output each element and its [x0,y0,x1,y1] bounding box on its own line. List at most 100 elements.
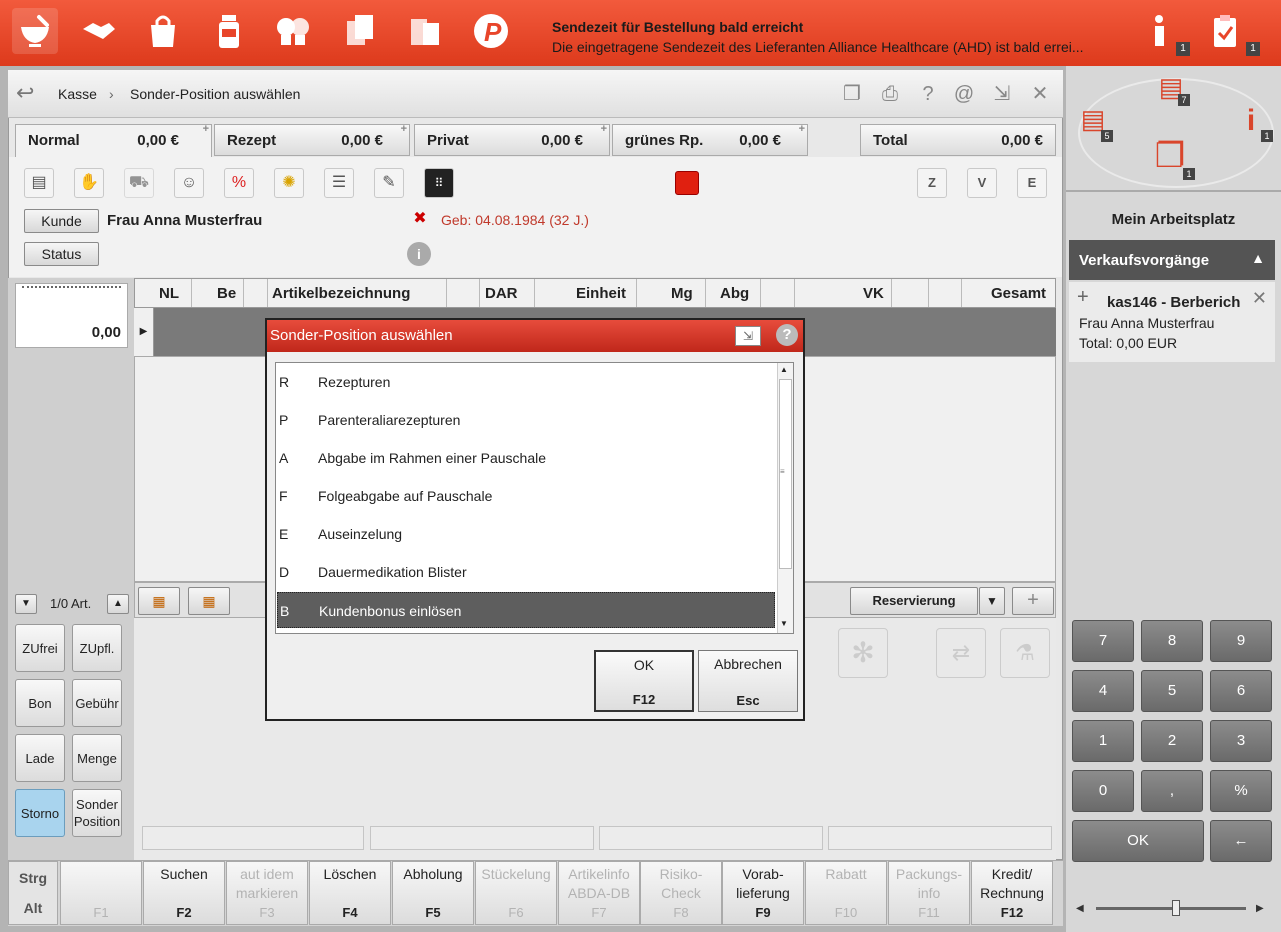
handshake-icon[interactable]: ✋ [74,168,104,198]
copy-icon[interactable]: ❐ [840,82,864,106]
export-icon[interactable]: ⇲ [735,326,761,346]
add-document-icon[interactable]: + [1012,587,1054,615]
add-icon[interactable]: + [203,123,209,135]
numpad-key[interactable]: 0 [1072,770,1134,812]
reservierung-button[interactable]: Reservierung [850,587,978,615]
mortar-icon[interactable] [12,8,58,54]
list-item[interactable]: R Rezepturen [277,364,775,400]
notification-text[interactable]: Die eingetragene Sendezeit des Lieferant… [552,39,1084,55]
fkey-f4[interactable]: Löschen F4 [309,861,391,925]
collapse-icon[interactable]: ▲ [1251,250,1265,266]
zoom-slider[interactable] [1096,907,1246,910]
scroll-up-icon[interactable]: ▲ [780,365,788,374]
list-item[interactable]: E Auseinzelung [277,516,775,552]
list-item[interactable]: A Abgabe im Rahmen einer Pauschale [277,440,775,476]
id-card-icon[interactable]: ▤ [24,168,54,198]
col-abg[interactable]: Abg [720,285,749,302]
reservierung-dropdown-icon[interactable]: ▼ [979,587,1005,615]
fkey-f9[interactable]: Vorab-lieferung F9 [722,861,804,925]
list-scrollbar[interactable]: ▲ ≡ ▼ [777,363,793,633]
col-be[interactable]: Be [217,285,236,302]
add-icon[interactable]: + [401,123,407,135]
export-icon[interactable]: ⇲ [990,82,1014,106]
documents-icon[interactable] [338,8,384,54]
add-icon[interactable]: + [601,123,607,135]
col-vk[interactable]: VK [863,285,884,302]
col-nl[interactable]: NL [159,285,179,302]
menge-button[interactable]: Menge [72,734,122,782]
close-icon[interactable]: ✕ [1028,82,1052,106]
list-item[interactable]: P Parenteraliarezepturen [277,402,775,438]
print-icon[interactable]: ⎙ [878,82,902,106]
task-clipboard-icon[interactable] [1202,8,1248,54]
p-logo-icon[interactable]: P [468,8,514,54]
ok-button[interactable]: OK F12 [594,650,694,712]
stop-red-icon[interactable] [675,171,699,195]
fkey-f5[interactable]: Abholung F5 [392,861,474,925]
at-mail-icon[interactable]: @ [952,82,976,106]
zufrei-button[interactable]: ZUfrei [15,624,65,672]
numpad-key[interactable]: 5 [1141,670,1203,712]
kunde-button[interactable]: Kunde [24,209,99,233]
zupfl-button[interactable]: ZUpfl. [72,624,122,672]
shopping-bag-icon[interactable] [140,8,186,54]
col-einheit[interactable]: Einheit [576,285,626,302]
col-artikelbezeichnung[interactable]: Artikelbezeichnung [272,285,410,302]
help-icon[interactable]: ? [776,324,798,346]
pin-icon[interactable]: ✎ [374,168,404,198]
calendar-import-icon[interactable]: ▦ [138,587,180,615]
discount-icon[interactable]: % [224,168,254,198]
calendar-export-icon[interactable]: ▦ [188,587,230,615]
numpad-key[interactable]: 8 [1141,620,1203,662]
list-item[interactable]: D Dauermedikation Blister [277,554,775,590]
slider-left-icon[interactable]: ◀ [1076,903,1084,914]
tab-normal[interactable]: Normal 0,00 € + [15,123,212,158]
numpad-key[interactable]: 3 [1210,720,1272,762]
prescription-doc-icon[interactable]: ☰ [324,168,354,198]
backspace-key[interactable]: ← [1210,820,1272,862]
info-icon[interactable]: i [407,242,431,266]
numpad-key[interactable]: 6 [1210,670,1272,712]
expand-plus-icon[interactable]: + [1077,286,1089,309]
numpad-key[interactable]: % [1210,770,1272,812]
numpad-key[interactable]: , [1141,770,1203,812]
fkey-f12[interactable]: Kredit/ Rechnung F12 [971,861,1053,925]
pill-bottle-icon[interactable] [206,8,252,54]
customer-name[interactable]: Frau Anna Musterfrau [107,212,262,229]
files-icon[interactable] [402,8,448,54]
zoom-slider-thumb[interactable] [1172,900,1180,916]
scroll-down-button[interactable]: ▼ [15,594,37,614]
numpad-key[interactable]: 2 [1141,720,1203,762]
sale-card[interactable]: + kas146 - Berberich ✕ Frau Anna Musterf… [1069,282,1275,362]
back-arrow-icon[interactable]: ↩ [16,80,34,106]
ok-key[interactable]: OK [1072,820,1204,862]
add-icon[interactable]: + [799,123,805,135]
slider-right-icon[interactable]: ▶ [1256,903,1264,914]
sonder-position-button[interactable]: Sonder Position [72,789,122,837]
tab-privat[interactable]: Privat 0,00 € + [414,123,610,156]
close-icon[interactable]: ✕ [1252,288,1267,309]
numpad-key[interactable]: 9 [1210,620,1272,662]
contact-person-icon[interactable]: ☺ [174,168,204,198]
fkey-f2[interactable]: Suchen F2 [143,861,225,925]
gebuehr-button[interactable]: Gebühr [72,679,122,727]
tab-gruenes-rp[interactable]: grünes Rp. 0,00 € + [612,123,808,156]
tab-rezept[interactable]: Rezept 0,00 € + [214,123,410,156]
scroll-up-button[interactable]: ▲ [107,594,129,614]
bonus-star-icon[interactable]: ✺ [274,168,304,198]
numpad-key[interactable]: 7 [1072,620,1134,662]
numpad-key[interactable]: 4 [1072,670,1134,712]
numpad-key[interactable]: 1 [1072,720,1134,762]
lade-button[interactable]: Lade [15,734,65,782]
e-person-icon[interactable]: E [1017,168,1047,198]
status-button[interactable]: Status [24,242,99,266]
help-icon[interactable]: ? [916,82,940,106]
list-item[interactable]: B Kundenbonus einlösen [277,592,775,628]
list-item[interactable]: F Folgeabgabe auf Pauschale [277,478,775,514]
v-person-icon[interactable]: V [967,168,997,198]
scroll-down-icon[interactable]: ▼ [780,619,788,628]
consultation-icon[interactable] [270,8,316,54]
customer-remove-icon[interactable]: ✖ [406,208,434,234]
notification-title[interactable]: Sendezeit für Bestellung bald erreicht [552,19,803,35]
notepad-box[interactable]: 0,00 [15,283,128,348]
